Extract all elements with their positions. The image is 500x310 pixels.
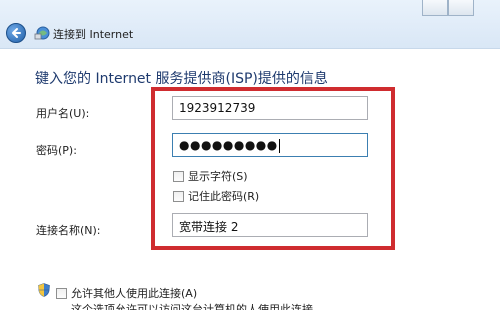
connection-name-field[interactable]: 宽带连接 2 (172, 213, 368, 237)
username-field[interactable]: 1923912739 (172, 96, 368, 120)
close-button[interactable] (448, 0, 474, 16)
uac-shield-icon (38, 283, 50, 297)
window-title: 连接到 Internet (53, 28, 134, 41)
password-label: 密码(P): (36, 144, 77, 157)
minimize-button[interactable] (422, 0, 448, 16)
username-value: 1923912739 (179, 101, 256, 115)
connect-to-internet-window: 连接到 Internet 键入您的 Internet 服务提供商(ISP)提供的… (0, 0, 500, 310)
remember-password-label: 记住此密码(R) (188, 190, 260, 203)
network-connection-icon (34, 26, 50, 40)
connection-name-label: 连接名称(N): (36, 224, 101, 237)
allow-others-option[interactable]: 允许其他人使用此连接(A) (56, 285, 197, 301)
show-characters-label: 显示字符(S) (188, 170, 248, 183)
allow-others-checkbox[interactable] (56, 287, 67, 299)
password-value: ●●●●●●●●● (179, 138, 278, 152)
sharing-note: 这个选项允许可以访问这台计算机的人使用此连接。 (71, 303, 324, 310)
back-button[interactable] (6, 23, 26, 43)
window-controls (422, 0, 474, 18)
connection-name-value: 宽带连接 2 (179, 220, 239, 234)
username-label: 用户名(U): (36, 107, 90, 120)
title-bar: 连接到 Internet (0, 0, 500, 49)
text-caret (278, 138, 280, 153)
show-characters-option[interactable]: 显示字符(S) (173, 168, 248, 184)
remember-password-checkbox[interactable] (173, 190, 184, 202)
back-arrow-icon (12, 28, 21, 38)
show-characters-checkbox[interactable] (173, 170, 184, 182)
allow-others-label: 允许其他人使用此连接(A) (71, 287, 198, 300)
remember-password-option[interactable]: 记住此密码(R) (173, 188, 259, 204)
page-header: 键入您的 Internet 服务提供商(ISP)提供的信息 (35, 71, 328, 87)
password-field[interactable]: ●●●●●●●●● (172, 133, 368, 157)
